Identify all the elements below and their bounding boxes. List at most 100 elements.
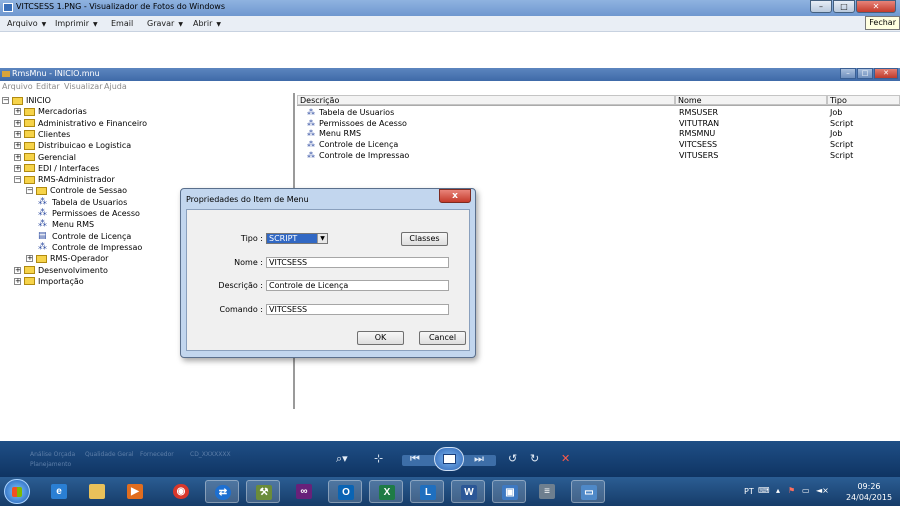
expand-icon[interactable]: + [14, 266, 21, 274]
show-hidden-icons[interactable]: ▴ [776, 486, 780, 495]
cancel-button[interactable]: Cancel [419, 331, 466, 345]
chevron-down-icon[interactable]: ▼ [317, 234, 327, 243]
tree-item[interactable]: ⁂ Permissoes de Acesso [38, 208, 140, 219]
maximize-button[interactable]: □ [833, 0, 855, 13]
app-menu-editar[interactable]: Editar [36, 82, 60, 91]
app-title-bar: RmsMnu - INICIO.mnu – □ ✕ [0, 68, 900, 81]
list-item[interactable]: ⁂ Menu RMS RMSMNU Job [297, 129, 900, 140]
tree-item[interactable]: + Clientes [14, 129, 70, 140]
lync-taskbar-button[interactable]: L [410, 480, 444, 503]
delete-icon[interactable]: ✕ [561, 452, 570, 465]
column-tipo[interactable]: Tipo [827, 95, 900, 105]
tree-item[interactable]: ⁂ Controle de Impressao [38, 242, 142, 253]
menu-email[interactable]: Email [111, 19, 133, 28]
list-item[interactable]: ⁂ Permissoes de Acesso VITUTRAN Script [297, 119, 900, 130]
close-tooltip: Fechar [865, 16, 900, 30]
column-descricao[interactable]: Descrição [297, 95, 675, 105]
next-icon[interactable]: ⏭ [474, 452, 484, 466]
remote-desktop-taskbar-button[interactable]: ▣ [492, 480, 526, 503]
column-nome[interactable]: Nome [675, 95, 827, 105]
tree-item[interactable]: + Administrativo e Financeiro [14, 118, 147, 129]
photo-viewer-taskbar-button[interactable]: ▭ [571, 480, 605, 503]
viewer-canvas-bottom [0, 409, 900, 441]
menu-arquivo[interactable]: Arquivo ▼ [7, 19, 46, 28]
list-item[interactable]: ⁂ Controle de Licença VITCSESS Script [297, 140, 900, 151]
keyboard-icon[interactable]: ⌨ [758, 486, 770, 495]
dialog-close-button[interactable]: x [439, 189, 471, 203]
cell-tipo: Job [830, 108, 843, 117]
word-taskbar-button[interactable]: W [451, 480, 485, 503]
ok-button[interactable]: OK [357, 331, 404, 345]
media-player-taskbar-button[interactable]: ▶ [118, 480, 152, 503]
database-taskbar-button[interactable]: ≡ [530, 480, 564, 503]
app-maximize-button[interactable]: □ [857, 68, 873, 79]
menu-imprimir[interactable]: Imprimir ▼ [55, 19, 98, 28]
expand-icon[interactable]: + [14, 153, 21, 161]
expand-icon[interactable]: + [14, 142, 21, 150]
expand-icon[interactable]: + [14, 108, 21, 116]
tree-item[interactable]: − INICIO [2, 95, 51, 106]
list-item[interactable]: ⁂ Tabela de Usuarios RMSUSER Job [297, 108, 900, 119]
rotate-left-icon[interactable]: ↺ [508, 452, 517, 465]
app-menu-arquivo[interactable]: Arquivo [2, 82, 33, 91]
excel-taskbar-button[interactable]: X [369, 480, 403, 503]
slideshow-button[interactable] [434, 447, 464, 471]
zoom-icon[interactable]: ⌕▾ [336, 452, 348, 466]
rotate-right-icon[interactable]: ↻ [530, 452, 539, 465]
expand-icon[interactable]: + [26, 255, 33, 263]
descricao-field[interactable]: Controle de Licença [266, 280, 449, 291]
comando-field[interactable]: VITCSESS [266, 304, 449, 315]
app-menu-visualizar[interactable]: Visualizar [64, 82, 103, 91]
expand-icon[interactable]: + [14, 164, 21, 172]
outlook-taskbar-button[interactable]: O [328, 480, 362, 503]
tree-item[interactable]: + Mercadorias [14, 106, 87, 117]
action-center-icon[interactable]: ⚑ [788, 486, 795, 495]
tree-item[interactable]: + Importação [14, 276, 84, 287]
tree-item[interactable]: + Desenvolvimento [14, 265, 108, 276]
collapse-icon[interactable]: − [2, 97, 9, 104]
menu-gravar[interactable]: Gravar ▼ [147, 19, 183, 28]
start-button[interactable] [4, 479, 30, 504]
network-icon[interactable]: ▭ [802, 486, 810, 495]
tree-item[interactable]: − RMS-Administrador [14, 174, 115, 185]
clock-date[interactable]: 24/04/2015 [844, 493, 894, 502]
app-close-button[interactable]: ✕ [874, 68, 898, 79]
nome-field[interactable]: VITCSESS [266, 257, 449, 268]
tipo-select[interactable]: SCRIPT ▼ [266, 233, 328, 244]
close-button[interactable]: ✕ [856, 0, 896, 13]
explorer-taskbar-button[interactable] [80, 480, 114, 503]
previous-icon[interactable]: ⏮ [410, 452, 420, 466]
list-item[interactable]: ⁂ Controle de Impressao VITUSERS Script [297, 151, 900, 162]
expand-icon[interactable]: + [14, 277, 21, 285]
tree-item[interactable]: ⁂ Tabela de Usuarios [38, 197, 127, 208]
tool-taskbar-button[interactable]: ⚒ [246, 480, 280, 503]
menu-abrir[interactable]: Abrir ▼ [193, 19, 221, 28]
chrome-icon: ◉ [173, 484, 189, 499]
app-menu-ajuda[interactable]: Ajuda [104, 82, 127, 91]
script-icon: ⁂ [307, 108, 315, 117]
minimize-button[interactable]: – [810, 0, 832, 13]
ie-taskbar-button[interactable]: e [42, 480, 76, 503]
expand-icon[interactable]: + [14, 130, 21, 138]
expand-icon[interactable]: + [14, 119, 21, 127]
collapse-icon[interactable]: − [14, 176, 21, 184]
clock-time[interactable]: 09:26 [844, 482, 894, 491]
teamviewer-taskbar-button[interactable]: ⇄ [205, 480, 239, 503]
tree-item[interactable]: − Controle de Sessao [26, 185, 127, 196]
tree-item[interactable]: + Gerencial [14, 152, 76, 163]
tree-item[interactable]: + Distribuicao e Logistica [14, 140, 131, 151]
actual-size-icon[interactable]: ⊹ [374, 452, 383, 465]
chrome-taskbar-button[interactable]: ◉ [164, 480, 198, 503]
tree-item[interactable]: + RMS-Operador [26, 253, 108, 264]
language-indicator[interactable]: PT [744, 487, 754, 496]
tree-item[interactable]: + EDI / Interfaces [14, 163, 99, 174]
tree-item[interactable]: ⁂ Menu RMS [38, 219, 94, 230]
volume-icon[interactable]: ◄× [816, 486, 829, 495]
tree-item-label: Controle de Sessao [50, 186, 128, 196]
photo-viewer-icon: ▭ [581, 485, 597, 500]
classes-button[interactable]: Classes [401, 232, 448, 246]
visual-studio-taskbar-button[interactable]: ∞ [287, 480, 321, 503]
tree-item[interactable]: ▤ Controle de Licença [38, 231, 131, 242]
collapse-icon[interactable]: − [26, 187, 33, 195]
app-minimize-button[interactable]: – [840, 68, 856, 79]
